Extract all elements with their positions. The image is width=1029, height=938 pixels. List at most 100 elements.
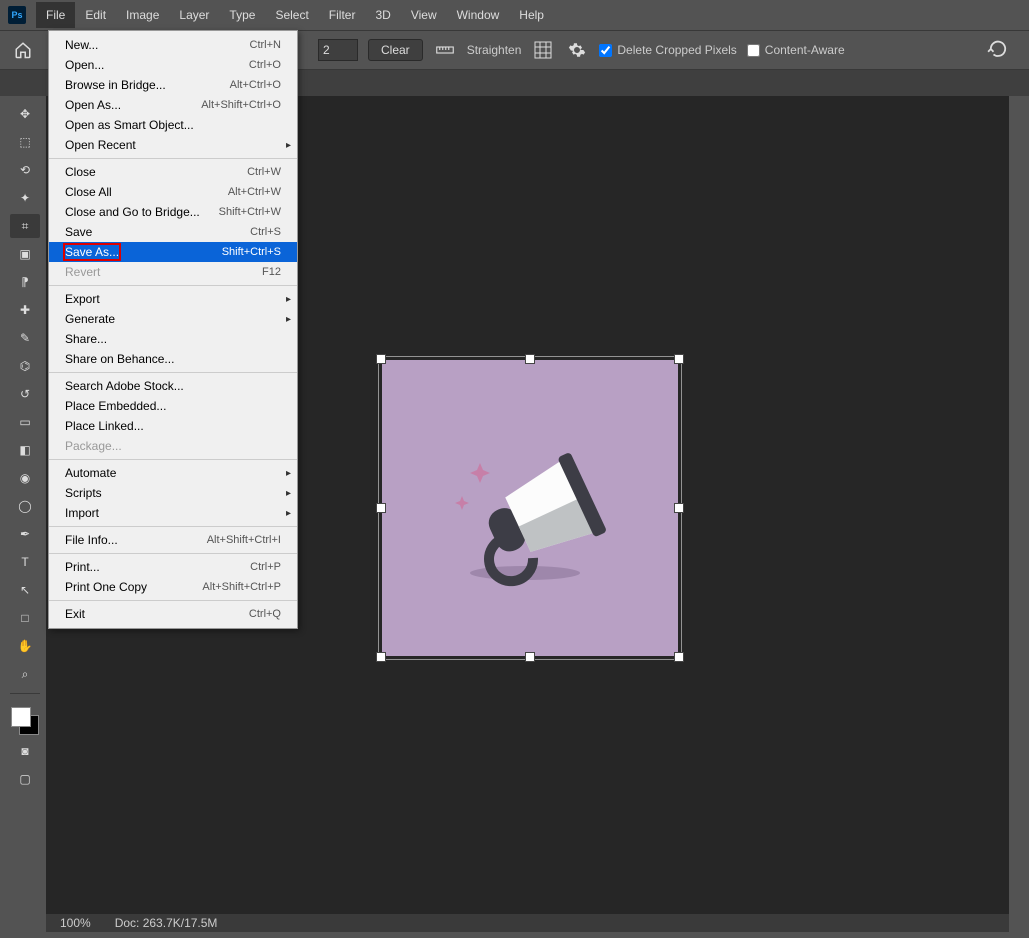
handle-top-right[interactable] [674, 354, 684, 364]
gradient-tool[interactable]: ◧ [10, 438, 40, 462]
menu-item-new[interactable]: New...Ctrl+N [49, 35, 297, 55]
menu-item-label: Share on Behance... [65, 352, 174, 366]
gear-icon[interactable] [565, 38, 589, 62]
menu-item-place-linked[interactable]: Place Linked... [49, 416, 297, 436]
menu-3d[interactable]: 3D [365, 2, 400, 28]
content-aware-checkbox[interactable]: Content-Aware [747, 43, 845, 57]
handle-mid-right[interactable] [674, 503, 684, 513]
menu-item-close[interactable]: CloseCtrl+W [49, 162, 297, 182]
type-tool[interactable]: T [10, 550, 40, 574]
canvas-selection[interactable] [378, 356, 682, 660]
menu-item-open-recent[interactable]: Open Recent [49, 135, 297, 155]
menu-item-save[interactable]: Save Ctrl+S [49, 222, 297, 242]
hand-tool[interactable]: ✋ [10, 634, 40, 658]
history-brush-tool[interactable]: ↺ [10, 382, 40, 406]
menu-item-close-and-go-to-bridge[interactable]: Close and Go to Bridge...Shift+Ctrl+W [49, 202, 297, 222]
eraser-tool[interactable]: ▭ [10, 410, 40, 434]
menu-edit[interactable]: Edit [75, 2, 116, 28]
rectangle-tool[interactable]: □ [10, 606, 40, 630]
zoom-tool[interactable]: ⌕ [10, 662, 40, 686]
dodge-tool[interactable]: ◯ [10, 494, 40, 518]
brush-tool[interactable]: ✎ [10, 326, 40, 350]
menu-item-import[interactable]: Import [49, 503, 297, 523]
menu-item-shortcut: Ctrl+N [250, 39, 281, 51]
straighten-label[interactable]: Straighten [467, 43, 522, 57]
frame-tool[interactable]: ▣ [10, 242, 40, 266]
move-tool[interactable]: ✥ [10, 102, 40, 126]
menu-item-shortcut: Ctrl+S [250, 226, 281, 238]
pen-tool[interactable]: ✒ [10, 522, 40, 546]
menu-window[interactable]: Window [447, 2, 510, 28]
marquee-tool[interactable]: ⬚ [10, 130, 40, 154]
handle-top-left[interactable] [376, 354, 386, 364]
menu-separator [49, 459, 297, 460]
menu-item-label: Scripts [65, 486, 102, 500]
menu-item-label: Place Embedded... [65, 399, 166, 413]
menu-item-open-as-smart-object[interactable]: Open as Smart Object... [49, 115, 297, 135]
menu-item-share[interactable]: Share... [49, 329, 297, 349]
menu-type[interactable]: Type [219, 2, 265, 28]
menu-image[interactable]: Image [116, 2, 169, 28]
doc-size: Doc: 263.7K/17.5M [115, 916, 218, 930]
menu-view[interactable]: View [401, 2, 447, 28]
reset-icon[interactable] [987, 40, 1009, 61]
menu-item-file-info[interactable]: File Info...Alt+Shift+Ctrl+I [49, 530, 297, 550]
menu-item-print[interactable]: Print...Ctrl+P [49, 557, 297, 577]
menu-item-shortcut: Alt+Shift+Ctrl+I [207, 534, 281, 546]
menu-item-scripts[interactable]: Scripts [49, 483, 297, 503]
menu-help[interactable]: Help [509, 2, 554, 28]
delete-cropped-input[interactable] [599, 44, 612, 57]
handle-top-mid[interactable] [525, 354, 535, 364]
menu-item-save-as[interactable]: Save As...Shift+Ctrl+S [49, 242, 297, 262]
menu-item-label: Close and Go to Bridge... [65, 205, 200, 219]
blur-tool[interactable]: ◉ [10, 466, 40, 490]
menu-item-shortcut: Ctrl+W [247, 166, 281, 178]
path-selection-tool[interactable]: ↖ [10, 578, 40, 602]
handle-bot-right[interactable] [674, 652, 684, 662]
menu-item-browse-in-bridge[interactable]: Browse in Bridge...Alt+Ctrl+O [49, 75, 297, 95]
content-aware-input[interactable] [747, 44, 760, 57]
crop-tool[interactable]: ⌗ [10, 214, 40, 238]
grid-icon[interactable] [531, 38, 555, 62]
zoom-level[interactable]: 100% [60, 916, 91, 930]
eyedropper-tool[interactable]: ⁋ [10, 270, 40, 294]
menu-item-shortcut: Alt+Ctrl+O [230, 79, 281, 91]
menu-item-export[interactable]: Export [49, 289, 297, 309]
delete-cropped-checkbox[interactable]: Delete Cropped Pixels [599, 43, 736, 57]
menu-file[interactable]: File [36, 2, 75, 28]
straighten-icon[interactable] [433, 38, 457, 62]
lasso-tool[interactable]: ⟲ [10, 158, 40, 182]
screen-mode-icon[interactable]: ▢ [10, 767, 40, 791]
menu-layer[interactable]: Layer [169, 2, 219, 28]
handle-bot-mid[interactable] [525, 652, 535, 662]
menu-separator [49, 526, 297, 527]
color-swatch[interactable] [11, 707, 39, 735]
menu-item-open[interactable]: Open...Ctrl+O [49, 55, 297, 75]
menu-item-label: Import [65, 506, 99, 520]
status-bar: 100% Doc: 263.7K/17.5M [46, 914, 1009, 932]
crop-value-input[interactable] [318, 39, 358, 61]
menu-select[interactable]: Select [265, 2, 318, 28]
magic-wand-tool[interactable]: ✦ [10, 186, 40, 210]
menu-item-label: Open As... [65, 98, 121, 112]
menu-item-search-adobe-stock[interactable]: Search Adobe Stock... [49, 376, 297, 396]
handle-mid-left[interactable] [376, 503, 386, 513]
menu-item-generate[interactable]: Generate [49, 309, 297, 329]
clone-stamp-tool[interactable]: ⌬ [10, 354, 40, 378]
menu-filter[interactable]: Filter [319, 2, 366, 28]
healing-brush-tool[interactable]: ✚ [10, 298, 40, 322]
menu-item-share-on-behance[interactable]: Share on Behance... [49, 349, 297, 369]
clear-button[interactable]: Clear [368, 39, 423, 61]
menu-item-place-embedded[interactable]: Place Embedded... [49, 396, 297, 416]
menu-item-automate[interactable]: Automate [49, 463, 297, 483]
handle-bot-left[interactable] [376, 652, 386, 662]
menu-item-print-one-copy[interactable]: Print One CopyAlt+Shift+Ctrl+P [49, 577, 297, 597]
menu-item-exit[interactable]: ExitCtrl+Q [49, 604, 297, 624]
quick-mask-icon[interactable]: ◙ [10, 739, 40, 763]
fg-color[interactable] [11, 707, 31, 727]
menu-item-close-all[interactable]: Close AllAlt+Ctrl+W [49, 182, 297, 202]
menu-item-open-as[interactable]: Open As...Alt+Shift+Ctrl+O [49, 95, 297, 115]
menu-item-label: Print... [65, 560, 100, 574]
menu-item-label: Save [65, 225, 92, 239]
home-icon[interactable] [8, 35, 38, 65]
